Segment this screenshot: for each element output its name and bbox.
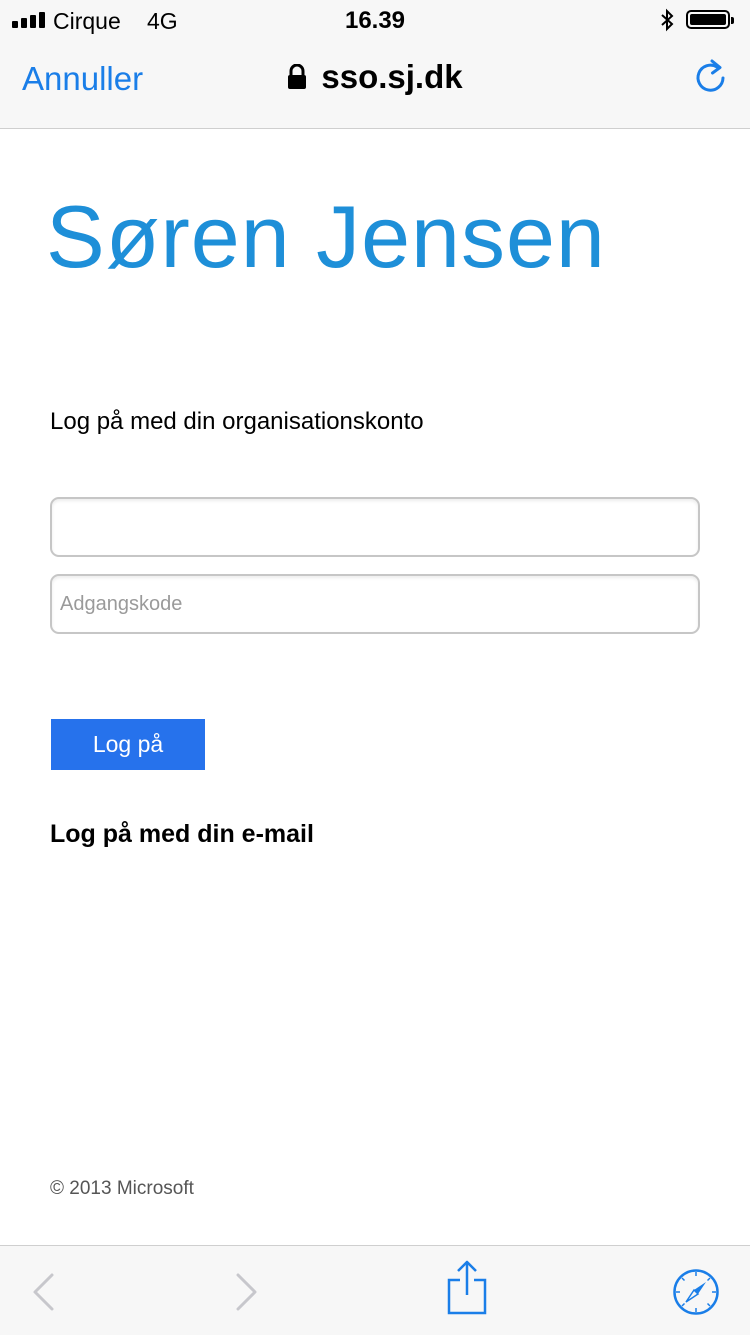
password-field[interactable] xyxy=(50,574,700,634)
reload-icon[interactable] xyxy=(693,58,729,96)
url-text: sso.sj.dk xyxy=(321,58,463,95)
browser-toolbar xyxy=(0,1245,750,1335)
share-icon[interactable] xyxy=(446,1260,488,1316)
username-field[interactable] xyxy=(50,497,700,557)
email-sign-in-link[interactable]: Log på med din e-mail xyxy=(50,820,314,849)
status-time: 16.39 xyxy=(344,7,406,34)
sign-in-button[interactable]: Log på xyxy=(51,719,205,770)
chevron-right-icon[interactable] xyxy=(234,1272,260,1312)
url-display: sso.sj.dk xyxy=(0,58,750,96)
org-logo: Søren Jensen xyxy=(46,187,606,286)
status-bar: Cirque 4G 16.39 xyxy=(0,0,750,40)
lock-icon xyxy=(288,64,307,89)
bluetooth-icon xyxy=(661,8,674,32)
chevron-left-icon[interactable] xyxy=(30,1272,56,1312)
copyright-text: © 2013 Microsoft xyxy=(50,1178,194,1199)
browser-nav-bar: Annuller sso.sj.dk xyxy=(0,40,750,129)
sign-in-prompt: Log på med din organisationskonto xyxy=(50,408,424,435)
battery-icon xyxy=(686,10,734,29)
compass-icon[interactable] xyxy=(672,1268,720,1316)
